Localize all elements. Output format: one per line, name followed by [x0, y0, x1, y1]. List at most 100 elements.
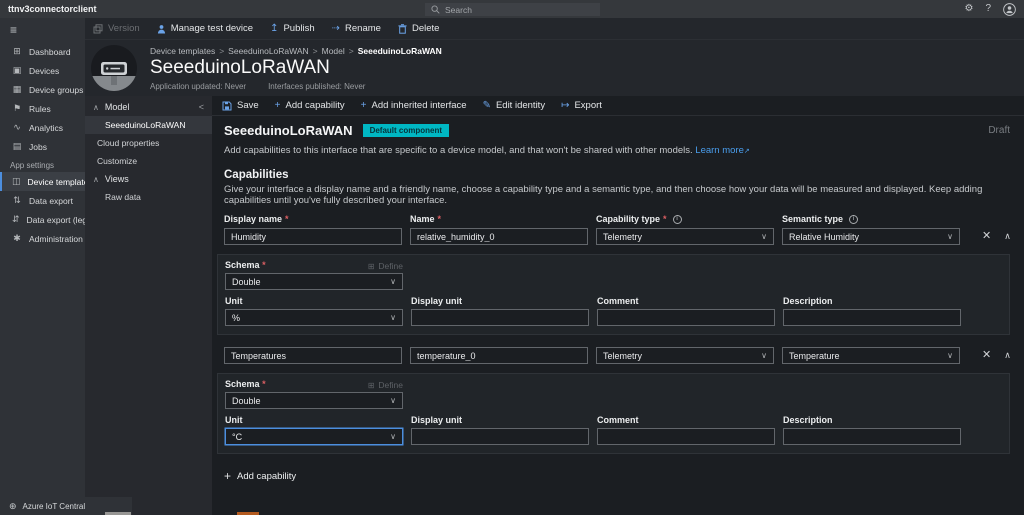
info-icon[interactable]: i — [849, 215, 858, 224]
analytics-icon: ∿ — [12, 122, 22, 133]
sidebar-item-device-groups[interactable]: ▦ Device groups — [0, 80, 85, 99]
capabilities-heading: Capabilities — [224, 169, 1010, 181]
delete-capability-icon[interactable]: ✕ — [982, 231, 991, 242]
collapse-capability-icon[interactable]: ∧ — [1004, 232, 1011, 241]
edit-identity-button[interactable]: ✎ Edit identity — [483, 100, 546, 111]
name-input[interactable] — [410, 347, 588, 364]
capability-detail-panel: Schema * ⊞ Define Double ∨ — [217, 254, 1010, 335]
required-marker: * — [262, 379, 266, 389]
model-nav-item-customize[interactable]: Customize — [85, 152, 212, 170]
add-inherited-interface-button[interactable]: + Add inherited interface — [361, 100, 467, 111]
page-title: SeeeduinoLoRaWAN — [150, 57, 442, 79]
add-capability-button[interactable]: + Add capability — [224, 470, 296, 482]
semantic-type-select[interactable]: Temperature ∨ — [782, 347, 960, 364]
unit-select[interactable]: °C ∨ — [225, 428, 403, 445]
views-section-toggle[interactable]: ∧ Views — [85, 170, 212, 188]
capability-type-select[interactable]: Telemetry ∨ — [596, 347, 774, 364]
gear-icon[interactable]: ⚙ — [964, 4, 973, 14]
search-input[interactable] — [445, 5, 594, 15]
display-unit-input[interactable] — [411, 309, 589, 326]
capabilities-description: Give your interface a display name and a… — [224, 184, 1010, 206]
publish-icon: ↥ — [270, 24, 278, 34]
define-button: ⊞ Define — [368, 380, 403, 390]
sidebar-item-jobs[interactable]: ▤ Jobs — [0, 137, 85, 156]
sidebar-item-devices[interactable]: ▣ Devices — [0, 61, 85, 80]
footer-brand-label: Azure IoT Central — [23, 502, 86, 511]
delete-capability-icon[interactable]: ✕ — [982, 350, 991, 361]
interfaces-published-status: Interfaces published: Never — [268, 82, 365, 91]
device-groups-icon: ▦ — [12, 84, 22, 95]
description-input[interactable] — [783, 428, 961, 445]
device-illustration-icon — [91, 45, 137, 91]
help-icon[interactable]: ? — [985, 4, 991, 14]
search-icon — [431, 5, 440, 14]
sidebar-item-rules[interactable]: ⚑ Rules — [0, 99, 85, 118]
unit-select[interactable]: % ∨ — [225, 309, 403, 326]
model-nav-item-raw-data[interactable]: Raw data — [85, 188, 212, 206]
collapse-panel-icon[interactable]: < — [199, 102, 204, 112]
save-button[interactable]: Save — [222, 100, 259, 111]
display-name-input[interactable] — [224, 228, 402, 245]
display-name-input[interactable] — [224, 347, 402, 364]
description-input[interactable] — [783, 309, 961, 326]
rename-icon: ⇢ — [332, 24, 340, 34]
sidebar-item-dashboard[interactable]: ⊞ Dashboard — [0, 42, 85, 61]
version-button: Version — [93, 23, 140, 34]
chevron-down-icon: ∨ — [390, 396, 396, 405]
globe-icon: ⊕ — [9, 501, 17, 512]
sidebar-item-administration[interactable]: ✱ Administration — [0, 229, 85, 248]
sidebar-section-app-settings: App settings — [0, 156, 85, 172]
chevron-down-icon: ∨ — [947, 232, 953, 241]
sidebar-item-data-export-legacy[interactable]: ⇵ Data export (legacy) — [0, 210, 85, 229]
required-marker: * — [663, 214, 667, 224]
chevron-up-icon: ∧ — [93, 175, 99, 184]
breadcrumb-template[interactable]: SeeeduinoLoRaWAN — [228, 46, 308, 56]
display-unit-input[interactable] — [411, 428, 589, 445]
model-section-toggle[interactable]: ∧ Model < — [85, 98, 212, 116]
name-input[interactable] — [410, 228, 588, 245]
export-button[interactable]: ↦ Export — [561, 100, 602, 111]
plus-icon: + — [224, 470, 231, 482]
data-export-legacy-icon: ⇵ — [12, 214, 20, 225]
sidebar-item-device-templates[interactable]: ◫ Device templates — [0, 172, 85, 191]
delete-button[interactable]: Delete — [398, 23, 439, 34]
schema-select[interactable]: Double ∨ — [225, 392, 403, 409]
application-updated-status: Application updated: Never — [150, 82, 246, 91]
account-avatar-icon[interactable] — [1003, 3, 1016, 16]
required-marker: * — [438, 214, 442, 224]
breadcrumb-model[interactable]: Model — [322, 46, 345, 56]
info-icon[interactable]: i — [673, 215, 682, 224]
interface-editor: SeeeduinoLoRaWAN Default component Draft… — [212, 116, 1024, 515]
capability-detail-panel: Schema * ⊞ Define Double ∨ — [217, 373, 1010, 454]
hamburger-menu-icon[interactable]: ≡ — [0, 18, 85, 42]
global-search[interactable] — [425, 3, 600, 16]
export-arrow-icon: ↦ — [561, 101, 569, 111]
sidebar-item-data-export[interactable]: ⇅ Data export — [0, 191, 85, 210]
breadcrumb: Device templates > SeeeduinoLoRaWAN > Mo… — [150, 46, 442, 56]
rename-button[interactable]: ⇢ Rename — [332, 23, 381, 34]
breadcrumb-device-templates[interactable]: Device templates — [150, 46, 215, 56]
collapse-capability-icon[interactable]: ∧ — [1004, 351, 1011, 360]
model-nav-item-cloud-properties[interactable]: Cloud properties — [85, 134, 212, 152]
data-export-icon: ⇅ — [12, 195, 22, 206]
semantic-type-select[interactable]: Relative Humidity ∨ — [782, 228, 960, 245]
publish-button[interactable]: ↥ Publish — [270, 23, 315, 34]
rules-icon: ⚑ — [12, 103, 22, 114]
learn-more-link[interactable]: Learn more — [695, 145, 744, 156]
devices-icon: ▣ — [12, 65, 22, 76]
trash-icon — [398, 24, 407, 34]
capability-type-select[interactable]: Telemetry ∨ — [596, 228, 774, 245]
schema-select[interactable]: Double ∨ — [225, 273, 403, 290]
draft-status: Draft — [988, 125, 1010, 136]
add-capability-toolbar-button[interactable]: + Add capability — [275, 100, 345, 111]
model-nav-item-interface[interactable]: SeeeduinoLoRaWAN — [85, 116, 212, 134]
chevron-down-icon: ∨ — [947, 351, 953, 360]
sidebar-item-analytics[interactable]: ∿ Analytics — [0, 118, 85, 137]
external-link-icon: ↗ — [744, 148, 750, 155]
comment-input[interactable] — [597, 428, 775, 445]
plus-icon: + — [361, 101, 367, 111]
jobs-icon: ▤ — [12, 141, 22, 152]
comment-input[interactable] — [597, 309, 775, 326]
manage-test-device-button[interactable]: Manage test device — [157, 23, 253, 34]
top-bar: ttnv3connectorclient ⚙ ? — [0, 0, 1024, 18]
